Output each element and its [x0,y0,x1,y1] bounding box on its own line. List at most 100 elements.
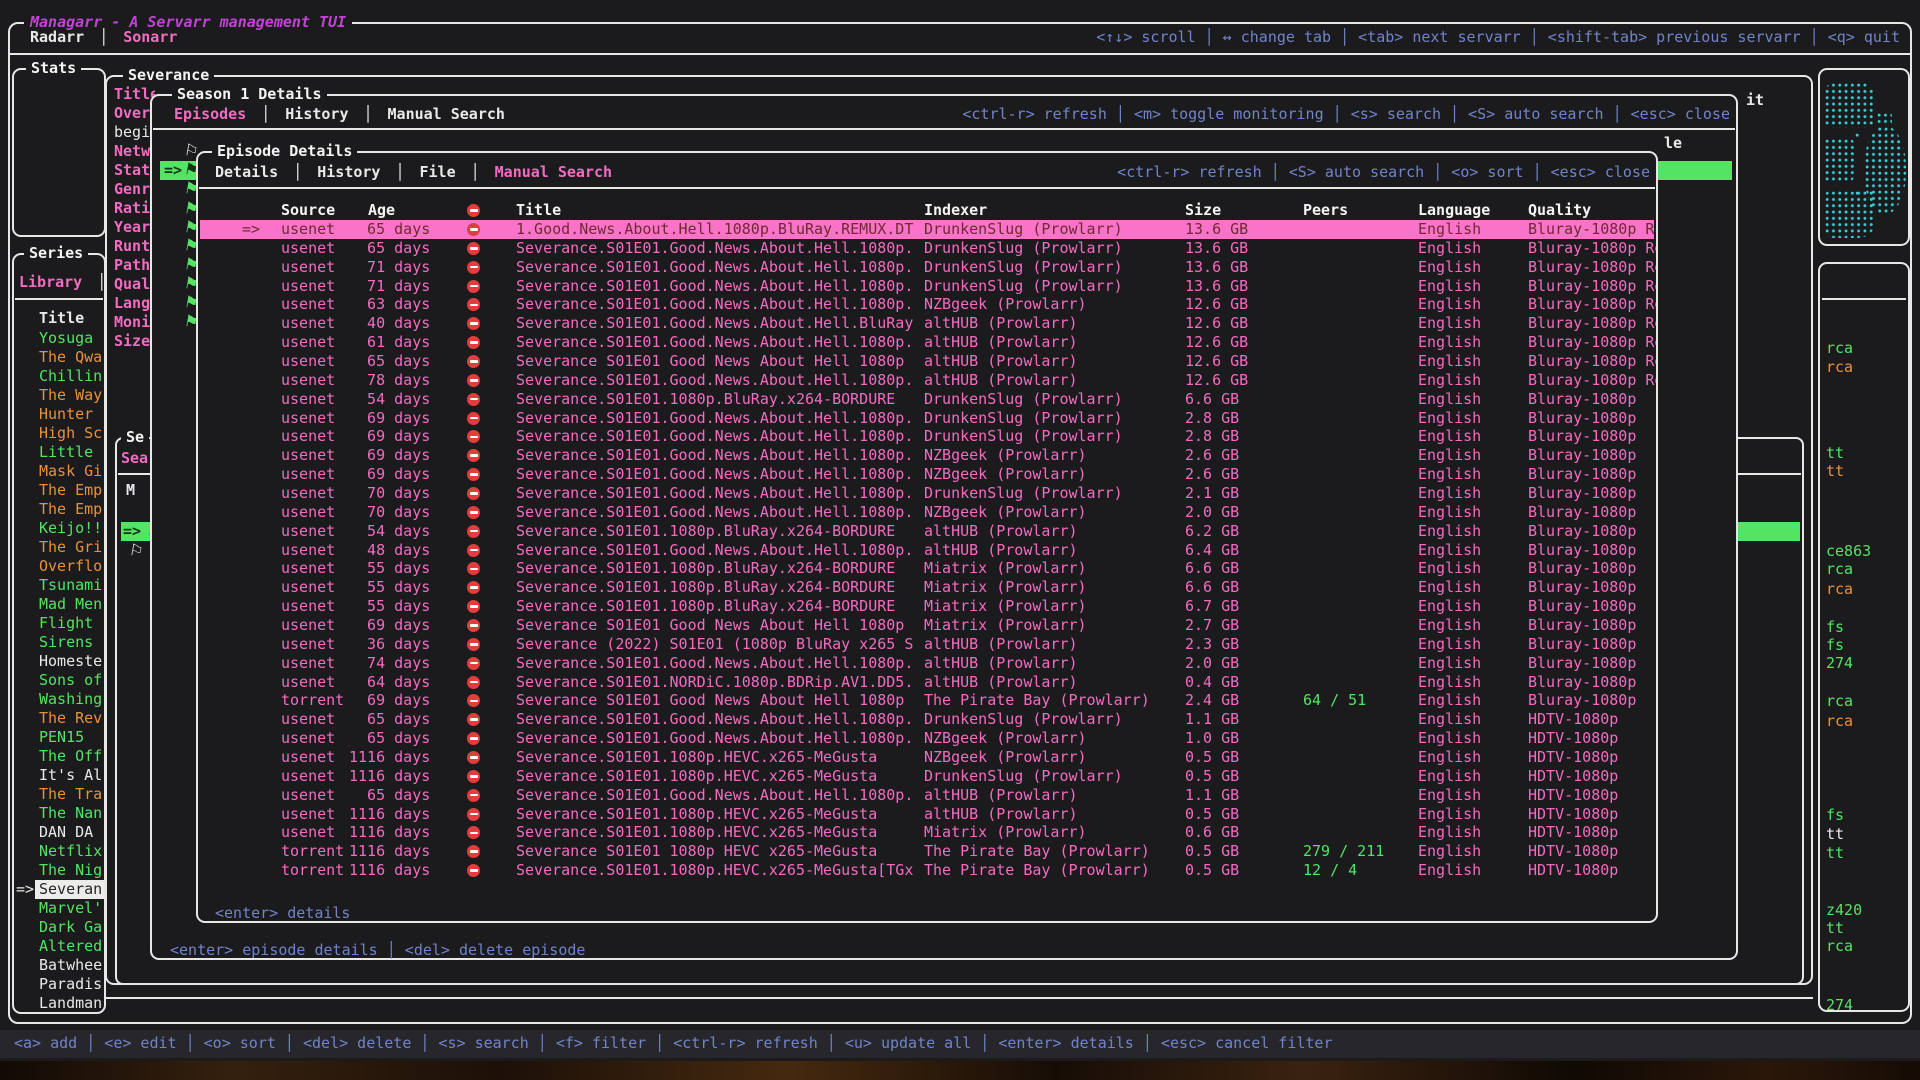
series-list-item[interactable]: Paradis [14,975,104,994]
series-list-item[interactable]: Flight [14,614,104,633]
series-list-item[interactable]: Yosuga [14,329,104,348]
tab-sonarr[interactable]: Sonarr [123,28,177,47]
series-list-item[interactable]: The Gri [14,538,104,557]
search-result-row[interactable]: usenet 40 daysSeverance.S01E01.Good.News… [200,314,1654,333]
series-list-item[interactable]: The Emp [14,500,104,519]
search-result-row[interactable]: usenet 69 daysSeverance.S01E01.Good.News… [200,409,1654,428]
rejected-icon [467,600,480,613]
series-list-item[interactable]: The Way [14,386,104,405]
series-list-item[interactable]: The Emp [14,481,104,500]
series-list-item[interactable]: Keijo!! [14,519,104,538]
series-list-label: The Rev [39,709,104,728]
search-result-row[interactable]: usenet 69 daysSeverance.S01E01.Good.News… [200,465,1654,484]
rejected-icon [467,770,480,783]
search-result-row[interactable]: usenet1116 daysSeverance.S01E01.1080p.HE… [200,767,1654,786]
managarr-logo-panel [1818,68,1910,246]
cell-quality: Bluray-1080p [1528,446,1656,465]
series-list-item[interactable]: Sons of [14,671,104,690]
search-result-row[interactable]: usenet 55 daysSeverance.S01E01.1080p.Blu… [200,578,1654,597]
truncated-text-fragment: tt [1826,919,1844,938]
series-list-item[interactable]: High Sc [14,424,104,443]
series-list-item[interactable]: Netflix [14,842,104,861]
search-result-row[interactable]: usenet 48 daysSeverance.S01E01.Good.News… [200,541,1654,560]
series-list-item[interactable]: The Nig [14,861,104,880]
series-list-item[interactable]: Tsunami [14,576,104,595]
series-list-item[interactable]: Mad Men [14,595,104,614]
search-result-row[interactable]: usenet1116 daysSeverance.S01E01.1080p.HE… [200,805,1654,824]
cell-language: English [1418,295,1481,314]
search-result-row[interactable]: usenet 55 daysSeverance.S01E01.1080p.Blu… [200,597,1654,616]
tab-radarr[interactable]: Radarr [30,28,84,47]
search-result-row[interactable]: usenet 54 daysSeverance.S01E01.1080p.Blu… [200,390,1654,409]
series-list-item[interactable]: Homeste [14,652,104,671]
search-result-row[interactable]: usenet 63 daysSeverance.S01E01.Good.News… [200,295,1654,314]
search-result-row[interactable]: torrent 69 daysSeverance S01E01 Good New… [200,691,1654,710]
search-result-row[interactable]: torrent1116 daysSeverance S01E01 1080p H… [200,842,1654,861]
search-result-row[interactable]: usenet 65 daysSeverance S01E01 Good News… [200,352,1654,371]
series-list-item[interactable]: Little [14,443,104,462]
series-list-item[interactable]: =>Severan [14,880,104,899]
series-list-item[interactable]: Washing [14,690,104,709]
search-result-row[interactable]: usenet1116 daysSeverance.S01E01.1080p.HE… [200,823,1654,842]
search-result-row[interactable]: usenet 69 daysSeverance S01E01 Good News… [200,616,1654,635]
search-result-row[interactable]: usenet 70 daysSeverance.S01E01.Good.News… [200,503,1654,522]
cell-age: 48 days [349,541,430,560]
search-result-row[interactable]: usenet 65 daysSeverance.S01E01.Good.News… [200,786,1654,805]
logo-dot-blob [1824,138,1854,182]
series-list-item[interactable]: The Qwa [14,348,104,367]
series-list-item[interactable]: The Off [14,747,104,766]
search-result-row[interactable]: usenet 54 daysSeverance.S01E01.1080p.Blu… [200,522,1654,541]
tab-history[interactable]: History [285,105,348,124]
series-list-item[interactable]: Overflo [14,557,104,576]
search-result-row[interactable]: =>usenet 65 days1.Good.News.About.Hell.1… [200,220,1654,239]
cell-size: 12.6 GB [1185,371,1248,390]
search-result-row[interactable]: usenet 78 daysSeverance.S01E01.Good.News… [200,371,1654,390]
truncated-text-fragment: fs [1826,636,1844,655]
series-list-item[interactable]: The Nan [14,804,104,823]
series-list-item[interactable]: Batwhee [14,956,104,975]
search-result-row[interactable]: usenet 74 daysSeverance.S01E01.Good.News… [200,654,1654,673]
series-list-item[interactable]: Mask Gi [14,462,104,481]
series-column-header: Title [39,309,84,328]
series-list-item[interactable]: DAN DA [14,823,104,842]
search-result-row[interactable]: usenet 55 daysSeverance.S01E01.1080p.Blu… [200,559,1654,578]
terminal-screen: Managarr - A Servarr management TUI Rada… [0,0,1920,1080]
series-list-item[interactable]: Chillin [14,367,104,386]
search-result-row[interactable]: usenet 64 daysSeverance.S01E01.NORDiC.10… [200,673,1654,692]
series-list-item[interactable]: Dark Ga [14,918,104,937]
search-result-row[interactable]: usenet 36 daysSeverance (2022) S01E01 (1… [200,635,1654,654]
tab-seasons[interactable]: Sea [121,449,148,468]
series-list-item[interactable]: The Rev [14,709,104,728]
tab-manual-search[interactable]: Manual Search [388,105,505,124]
search-result-row[interactable]: usenet 71 daysSeverance.S01E01.Good.News… [200,277,1654,296]
cell-age: 55 days [349,559,430,578]
search-result-row[interactable]: usenet 65 daysSeverance.S01E01.Good.News… [200,729,1654,748]
cell-age: 71 days [349,258,430,277]
search-result-row[interactable]: usenet 70 daysSeverance.S01E01.Good.News… [200,484,1654,503]
cell-size: 12.6 GB [1185,295,1248,314]
rejected-icon [467,280,480,293]
search-result-row[interactable]: usenet 71 daysSeverance.S01E01.Good.News… [200,258,1654,277]
truncated-text-fragment: rca [1826,358,1853,377]
series-list-item[interactable]: It's Al [14,766,104,785]
series-list-item[interactable]: Landman [14,994,104,1012]
cell-language: English [1418,409,1481,428]
series-list-item[interactable]: Altered [14,937,104,956]
series-list-item[interactable]: Sirens [14,633,104,652]
search-result-row[interactable]: torrent1116 daysSeverance.S01E01.1080p.H… [200,861,1654,880]
search-result-row[interactable]: usenet 65 daysSeverance.S01E01.Good.News… [200,710,1654,729]
series-list-item[interactable]: The Tra [14,785,104,804]
tab-library[interactable]: Library [19,273,82,292]
search-result-row[interactable]: usenet 65 daysSeverance.S01E01.Good.News… [200,239,1654,258]
series-list-item[interactable]: Marvel' [14,899,104,918]
series-list-item[interactable]: Hunter [14,405,104,424]
cell-indexer: NZBgeek (Prowlarr) [924,295,1087,314]
tab-episodes[interactable]: Episodes [174,105,246,124]
search-result-row[interactable]: usenet 69 daysSeverance.S01E01.Good.News… [200,446,1654,465]
search-result-row[interactable]: usenet 61 daysSeverance.S01E01.Good.News… [200,333,1654,352]
series-list-item[interactable]: PEN15 [14,728,104,747]
cell-title: Severance.S01E01.Good.News.About.Hell.Bl… [516,314,913,333]
search-result-row[interactable]: usenet1116 daysSeverance.S01E01.1080p.HE… [200,748,1654,767]
cell-language: English [1418,805,1481,824]
search-result-row[interactable]: usenet 69 daysSeverance.S01E01.Good.News… [200,427,1654,446]
